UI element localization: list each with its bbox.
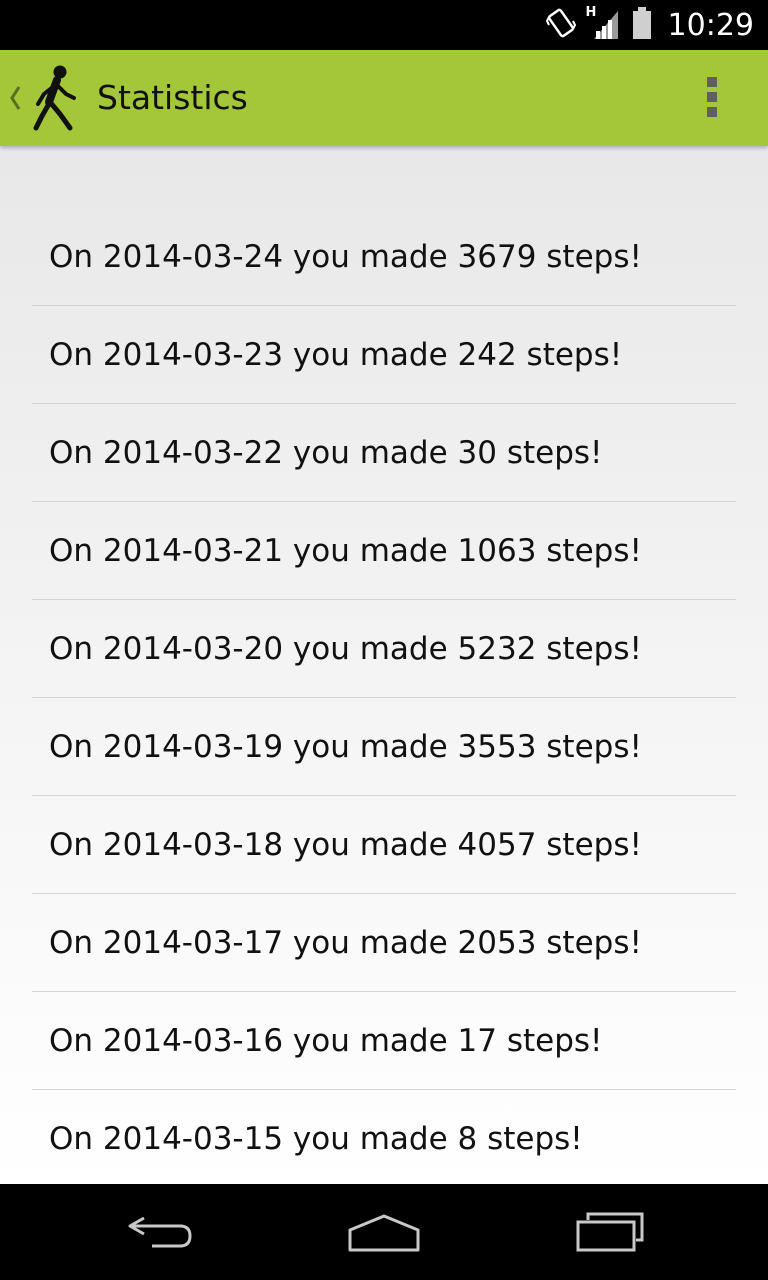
back-icon[interactable]	[124, 1210, 196, 1256]
stats-list: On 2014-03-24 you made 3679 steps! On 20…	[32, 208, 736, 1184]
list-item[interactable]: On 2014-03-22 you made 30 steps!	[32, 404, 736, 502]
recent-apps-icon[interactable]	[574, 1210, 646, 1256]
up-chevron-icon[interactable]	[8, 83, 22, 117]
battery-icon	[632, 5, 652, 45]
list-item[interactable]: On 2014-03-16 you made 17 steps!	[32, 992, 736, 1090]
overflow-menu-icon[interactable]	[700, 77, 724, 119]
list-item[interactable]: On 2014-03-20 you made 5232 steps!	[32, 600, 736, 698]
vibrate-icon	[545, 5, 576, 45]
content-area: On 2014-03-24 you made 3679 steps! On 20…	[0, 146, 768, 1184]
signal-icon: H	[586, 5, 622, 43]
list-item[interactable]: On 2014-03-24 you made 3679 steps!	[32, 208, 736, 306]
home-icon[interactable]	[346, 1210, 422, 1256]
list-item[interactable]: On 2014-03-15 you made 8 steps!	[32, 1090, 736, 1184]
status-icons: H 10:29	[545, 0, 754, 50]
list-item[interactable]: On 2014-03-21 you made 1063 steps!	[32, 502, 736, 600]
list-item[interactable]: On 2014-03-18 you made 4057 steps!	[32, 796, 736, 894]
page-title: Statistics	[97, 78, 248, 117]
action-bar: Statistics	[0, 50, 768, 146]
navigation-bar	[0, 1184, 768, 1280]
list-item[interactable]: On 2014-03-19 you made 3553 steps!	[32, 698, 736, 796]
list-item[interactable]: On 2014-03-17 you made 2053 steps!	[32, 894, 736, 992]
walking-person-icon[interactable]	[30, 64, 80, 136]
status-bar: H 10:29	[0, 0, 768, 50]
status-time: 10:29	[667, 7, 754, 43]
list-item[interactable]: On 2014-03-23 you made 242 steps!	[32, 306, 736, 404]
